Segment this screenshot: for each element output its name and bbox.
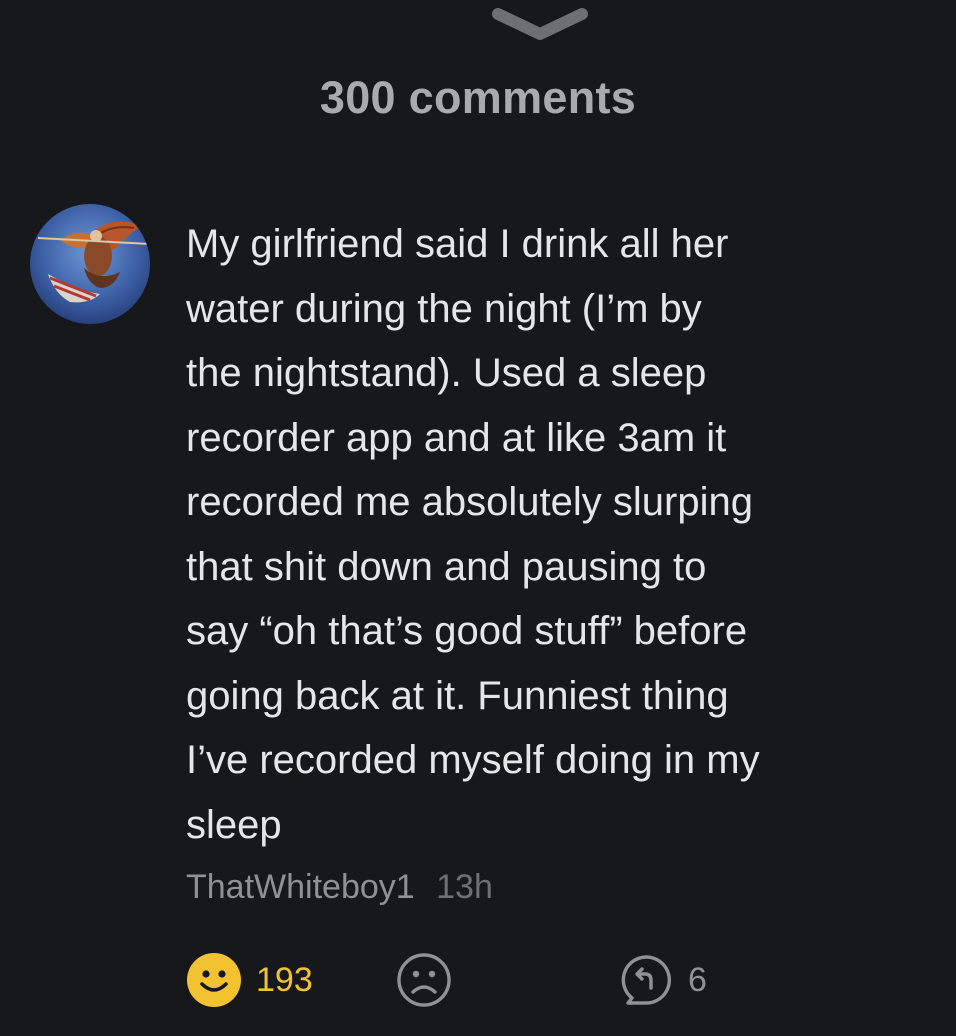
reply-button[interactable]: 6 — [618, 952, 707, 1008]
like-button[interactable]: 193 — [186, 952, 313, 1008]
comments-count-title: 300 comments — [319, 72, 637, 123]
chevron-down-icon — [492, 8, 588, 40]
author-username[interactable]: ThatWhiteboy1 — [186, 868, 415, 906]
comment-meta: ThatWhiteboy1 13h — [186, 868, 493, 907]
avatar-image — [30, 204, 150, 324]
dislike-button[interactable] — [396, 952, 452, 1008]
comment-timestamp: 13h — [436, 868, 493, 906]
reply-count: 6 — [688, 960, 707, 999]
reply-bubble-icon — [621, 955, 671, 1005]
avatar[interactable] — [30, 204, 150, 324]
comment-card: My girlfriend said I drink all her water… — [0, 200, 956, 1036]
comment-actions: 193 6 — [186, 952, 926, 1008]
comment-text: My girlfriend said I drink all her water… — [186, 222, 760, 847]
smiley-face-icon — [187, 953, 241, 1007]
collapse-chevron-button[interactable] — [488, 6, 592, 42]
sad-face-icon — [397, 953, 451, 1007]
like-count: 193 — [256, 960, 313, 999]
